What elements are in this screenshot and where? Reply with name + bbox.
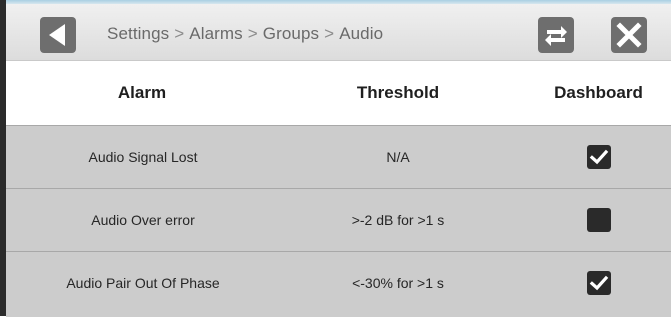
- back-arrow-icon: [49, 24, 65, 46]
- alarm-name: Audio Signal Lost: [88, 149, 198, 165]
- breadcrumb-separator: >: [174, 24, 185, 43]
- column-header-alarm: Alarm: [117, 83, 167, 102]
- table-row[interactable]: Audio Over error >-2 dB for >1 s: [6, 188, 671, 251]
- threshold-value[interactable]: >-2 dB for >1 s: [303, 189, 493, 251]
- breadcrumb-separator: >: [324, 24, 335, 43]
- swap-icon: [545, 26, 567, 46]
- dashboard-checkbox-checked[interactable]: [587, 271, 611, 295]
- breadcrumb-separator: >: [247, 24, 258, 43]
- close-button[interactable]: [611, 17, 647, 53]
- column-header-dashboard: Dashboard: [554, 83, 643, 102]
- alarm-table-body: Audio Signal Lost N/A Audio Over error >…: [6, 125, 671, 317]
- swap-button[interactable]: [538, 17, 574, 53]
- dashboard-checkbox-unchecked[interactable]: [587, 208, 611, 232]
- breadcrumb-item-groups[interactable]: Groups: [263, 24, 319, 43]
- back-button[interactable]: [40, 17, 76, 53]
- dashboard-checkbox-checked[interactable]: [587, 145, 611, 169]
- alarm-name: Audio Over error: [91, 212, 195, 228]
- table-row[interactable]: Audio Signal Lost N/A: [6, 125, 671, 188]
- alarm-settings-panel: Settings > Alarms > Groups > Audio Alarm Thres…: [0, 0, 671, 317]
- header-bar: Settings > Alarms > Groups > Audio: [6, 4, 671, 61]
- close-icon: [616, 22, 642, 48]
- table-header: Alarm Threshold Dashboard: [6, 61, 671, 125]
- checkmark-icon: [589, 149, 609, 165]
- breadcrumb: Settings > Alarms > Groups > Audio: [107, 22, 383, 46]
- breadcrumb-item-settings[interactable]: Settings: [107, 24, 169, 43]
- breadcrumb-item-audio: Audio: [339, 24, 384, 43]
- threshold-value[interactable]: <-30% for >1 s: [303, 252, 493, 314]
- breadcrumb-item-alarms[interactable]: Alarms: [189, 24, 243, 43]
- checkmark-icon: [589, 275, 609, 291]
- alarm-name: Audio Pair Out Of Phase: [66, 275, 220, 291]
- table-row[interactable]: Audio Pair Out Of Phase <-30% for >1 s: [6, 251, 671, 317]
- column-header-threshold: Threshold: [356, 83, 440, 102]
- threshold-value[interactable]: N/A: [303, 126, 493, 188]
